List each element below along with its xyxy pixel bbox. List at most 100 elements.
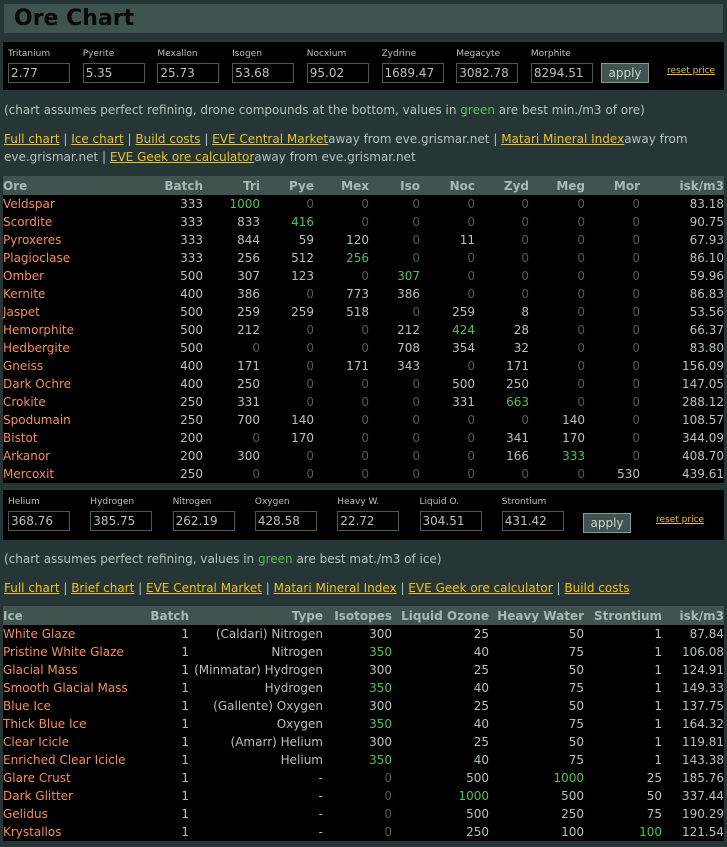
- cell-value: 11: [459, 233, 475, 247]
- column-header[interactable]: Isotopes: [323, 606, 392, 625]
- cell-value: 0: [412, 431, 420, 445]
- cell-value: 53.56: [689, 305, 724, 319]
- ice-name: Clear Icicle: [3, 735, 69, 749]
- cell-value: 307: [397, 269, 420, 283]
- column-header[interactable]: Noc: [420, 176, 475, 195]
- price-input-value[interactable]: 304.51: [423, 514, 465, 528]
- price-input-value[interactable]: 428.58: [258, 514, 300, 528]
- column-header[interactable]: Meg: [529, 176, 585, 195]
- column-header[interactable]: Strontium: [584, 606, 662, 625]
- price-input[interactable]: 2.77: [8, 63, 70, 83]
- link-matari-index[interactable]: Matari Mineral Index: [274, 581, 397, 595]
- price-input[interactable]: 3082.78: [456, 63, 519, 83]
- price-input[interactable]: 5.35: [82, 63, 145, 83]
- reset-price-link[interactable]: reset price: [667, 66, 715, 76]
- cell-value: 0: [521, 287, 529, 301]
- price-input[interactable]: 53.68: [232, 63, 295, 83]
- ore-row: Gneiss 400 171 0 171 343 0 171 0 0 156.09: [3, 357, 724, 375]
- ice-row: Krystallos 1 - 0 250 100 100 121.54: [3, 823, 724, 841]
- price-input[interactable]: 1689.47: [381, 63, 444, 83]
- cell-value: 212: [237, 323, 260, 337]
- price-input[interactable]: 428.58: [254, 511, 317, 531]
- link-eve-geek[interactable]: EVE Geek ore calculator: [110, 150, 254, 164]
- price-input-value[interactable]: 95.02: [310, 66, 344, 80]
- price-input[interactable]: 368.76: [8, 511, 70, 531]
- link-brief-chart[interactable]: Brief chart: [71, 581, 134, 595]
- cell-value: 500: [466, 807, 489, 821]
- column-header[interactable]: Heavy Water: [489, 606, 584, 625]
- link-full-chart[interactable]: Full chart: [4, 132, 60, 146]
- column-header[interactable]: Pye: [260, 176, 314, 195]
- cell-value: 0: [306, 395, 314, 409]
- column-header[interactable]: Iso: [369, 176, 420, 195]
- cell-value: 86.83: [689, 287, 724, 301]
- column-header[interactable]: Batch: [141, 606, 189, 625]
- price-input[interactable]: 385.75: [90, 511, 153, 531]
- column-header[interactable]: Ore: [3, 176, 141, 195]
- cell-value: 250: [506, 377, 529, 391]
- price-input-value[interactable]: 8294.51: [534, 66, 584, 80]
- apply-button[interactable]: apply: [583, 513, 631, 533]
- price-input-value[interactable]: 22.72: [340, 514, 374, 528]
- link-full-chart[interactable]: Full chart: [4, 581, 60, 595]
- column-header[interactable]: Mex: [314, 176, 369, 195]
- link-ice-chart[interactable]: Ice chart: [71, 132, 124, 146]
- price-input-value[interactable]: 1689.47: [385, 66, 435, 80]
- cell-value: 100: [639, 825, 662, 839]
- note-text: (chart assumes perfect refining, drone c…: [4, 103, 461, 117]
- link-eve-central[interactable]: EVE Central Market: [212, 132, 328, 146]
- column-header[interactable]: Ice: [3, 606, 141, 625]
- cell-value: 500: [452, 377, 475, 391]
- cell-value: 0: [577, 215, 585, 229]
- column-header[interactable]: Tri: [203, 176, 260, 195]
- link-build-costs[interactable]: Build costs: [135, 132, 200, 146]
- price-label: Nitrogen: [172, 497, 212, 507]
- note-text: (chart assumes perfect refining, values …: [4, 552, 258, 566]
- price-input[interactable]: 304.51: [419, 511, 482, 531]
- cell-value: 1: [181, 663, 189, 677]
- price-input-value[interactable]: 5.35: [86, 66, 113, 80]
- cell-value: 300: [369, 699, 392, 713]
- reset-price-link[interactable]: reset price: [656, 515, 704, 525]
- link-eve-geek[interactable]: EVE Geek ore calculator: [408, 581, 552, 595]
- ice-row: Enriched Clear Icicle 1 Helium 350 40 75 1 143.…: [3, 751, 724, 769]
- column-header[interactable]: Batch: [141, 176, 203, 195]
- price-input[interactable]: 25.73: [157, 63, 220, 83]
- link-build-costs[interactable]: Build costs: [564, 581, 629, 595]
- column-header[interactable]: Mor: [585, 176, 640, 195]
- cell-value: 0: [306, 467, 314, 481]
- price-label: Strontium: [501, 497, 547, 507]
- cell-value: 0: [467, 449, 475, 463]
- price-input[interactable]: 262.19: [172, 511, 235, 531]
- price-input[interactable]: 95.02: [306, 63, 369, 83]
- cell-value: 1: [654, 699, 662, 713]
- price-input[interactable]: 8294.51: [530, 63, 593, 83]
- link-matari-index[interactable]: Matari Mineral Index: [501, 132, 624, 146]
- link-eve-central[interactable]: EVE Central Market: [146, 581, 262, 595]
- price-input-value[interactable]: 25.73: [160, 66, 194, 80]
- column-header[interactable]: Liquid Ozone: [392, 606, 489, 625]
- ice-name: Blue Ice: [3, 699, 51, 713]
- cell-value: 0: [306, 287, 314, 301]
- cell-value: 307: [237, 269, 260, 283]
- cell-value: 300: [369, 627, 392, 641]
- column-header[interactable]: isk/m3: [662, 606, 724, 625]
- cell-value: 166: [506, 449, 529, 463]
- price-input-value[interactable]: 385.75: [93, 514, 135, 528]
- column-header[interactable]: isk/m3: [640, 176, 724, 195]
- price-input-value[interactable]: 3082.78: [459, 66, 509, 80]
- ore-row: Plagioclase 333 256 512 256 0 0 0 0 0 86.10: [3, 249, 724, 267]
- price-input[interactable]: 431.42: [501, 511, 564, 531]
- apply-button[interactable]: apply: [601, 63, 649, 83]
- price-input-value[interactable]: 431.42: [505, 514, 547, 528]
- column-header[interactable]: Type: [189, 606, 323, 625]
- column-header[interactable]: Zyd: [475, 176, 529, 195]
- price-input-value[interactable]: 262.19: [176, 514, 218, 528]
- price-input-value[interactable]: 53.68: [235, 66, 269, 80]
- price-input-value[interactable]: 368.76: [11, 514, 53, 528]
- price-input-value[interactable]: 2.77: [11, 66, 38, 80]
- price-input[interactable]: 22.72: [337, 511, 400, 531]
- cell-value: 120: [346, 233, 369, 247]
- cell-value: Nitrogen: [271, 645, 323, 659]
- ore-name: Crokite: [3, 395, 46, 409]
